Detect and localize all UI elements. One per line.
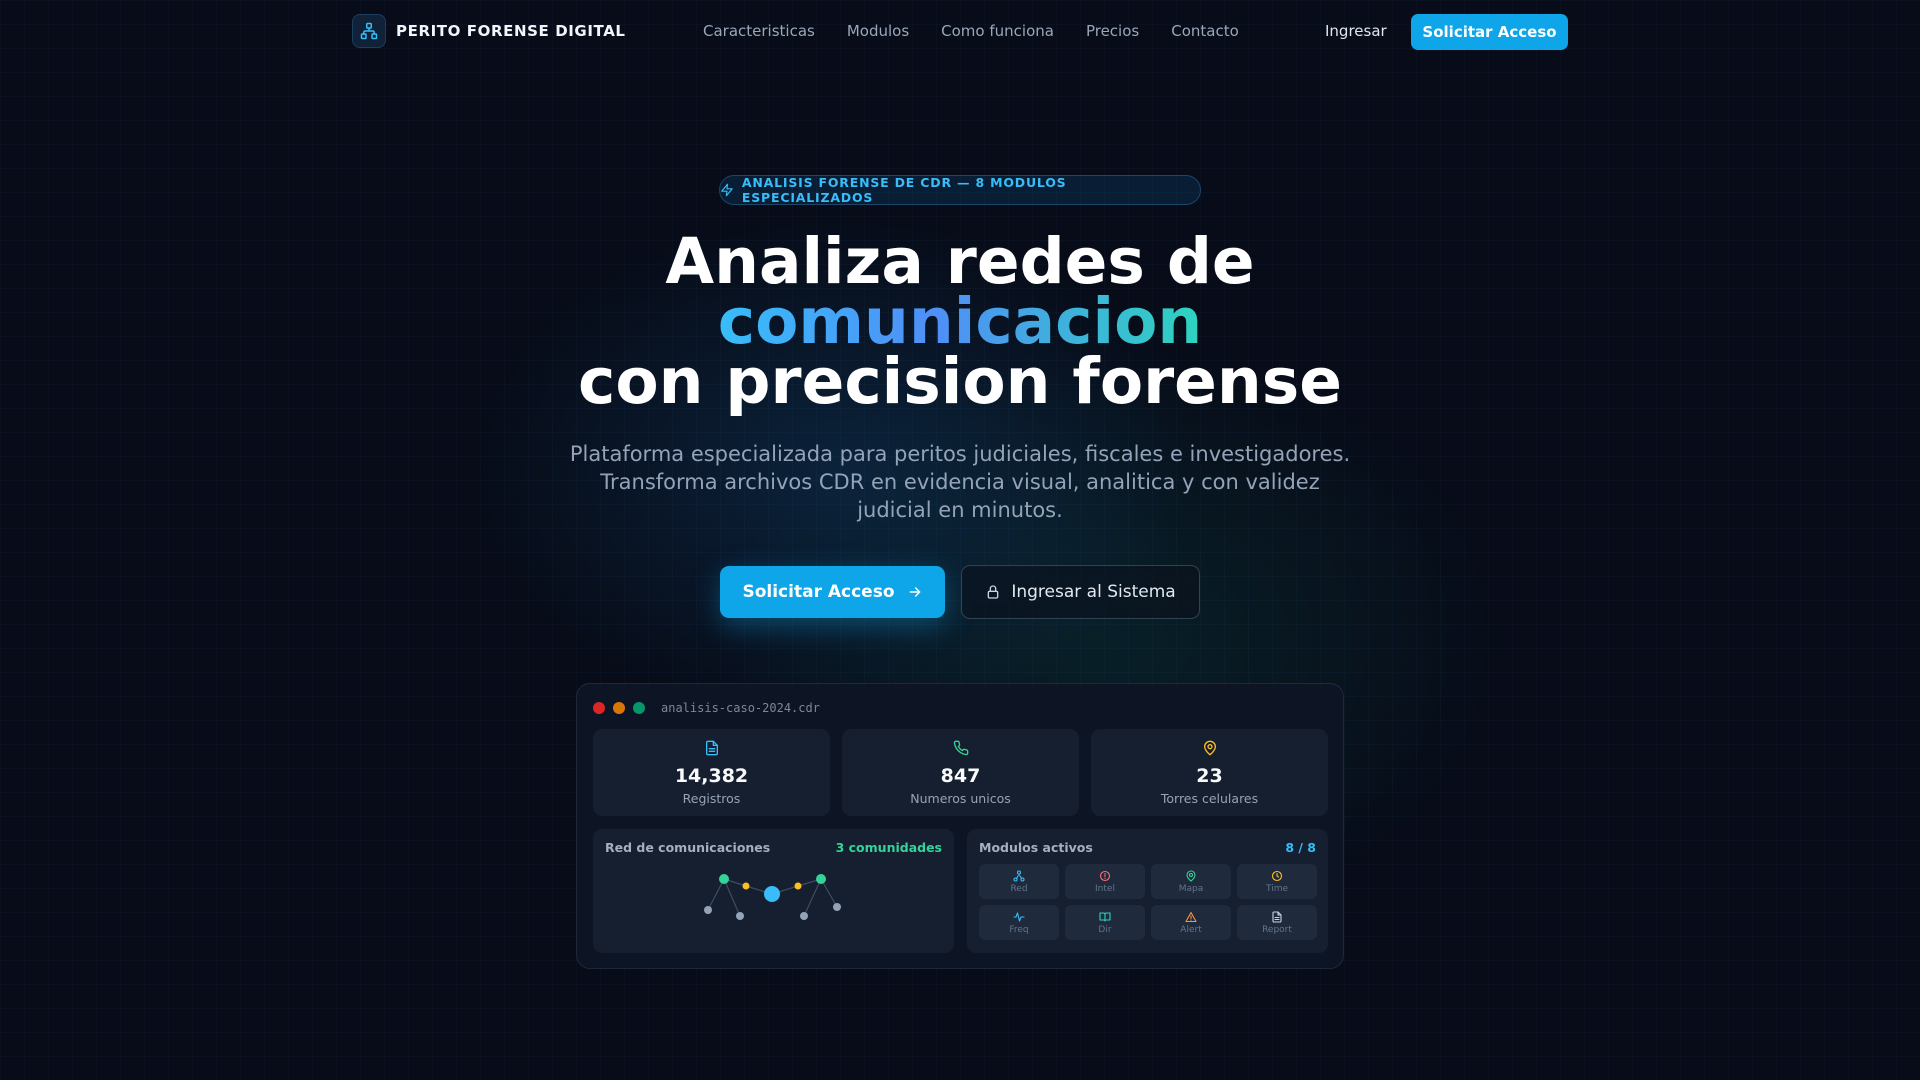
lock-icon bbox=[987, 585, 999, 599]
network-graph bbox=[704, 874, 841, 920]
stat-card-numeros: 847 Numeros unicos bbox=[842, 729, 1079, 816]
book-icon bbox=[1099, 911, 1111, 922]
phone-icon bbox=[953, 740, 969, 756]
network-panel: Red de comunicaciones 3 comunidades bbox=[593, 829, 954, 953]
activity-icon bbox=[1013, 911, 1025, 922]
login-system-label: Ingresar al Sistema bbox=[1011, 582, 1176, 602]
module-red[interactable]: Red bbox=[979, 864, 1059, 899]
module-dir[interactable]: Dir bbox=[1065, 905, 1145, 940]
hero-subtitle: Plataforma especializada para peritos ju… bbox=[569, 442, 1351, 522]
stat-card-registros: 14,382 Registros bbox=[593, 729, 830, 816]
module-intel[interactable]: Intel bbox=[1065, 864, 1145, 899]
hero-title-line3: con precision forense bbox=[578, 345, 1342, 418]
module-label: Alert bbox=[1180, 924, 1202, 935]
brand-name: PERITO FORENSE DIGITAL bbox=[396, 22, 626, 40]
hero-badge: ANALISIS FORENSE DE CDR — 8 MODULOS ESPE… bbox=[719, 175, 1201, 205]
modules-grid: Red Intel Mapa Time Freq Dir Alert Repor… bbox=[979, 864, 1317, 940]
minimize-dot bbox=[613, 702, 625, 714]
request-access-button[interactable]: Solicitar Acceso bbox=[720, 566, 945, 618]
module-report[interactable]: Report bbox=[1237, 905, 1317, 940]
nav-link-precios[interactable]: Precios bbox=[1086, 22, 1139, 40]
map-pin-icon bbox=[1204, 740, 1216, 756]
brand[interactable]: PERITO FORENSE DIGITAL bbox=[352, 14, 626, 48]
module-mapa[interactable]: Mapa bbox=[1151, 864, 1231, 899]
module-freq[interactable]: Freq bbox=[979, 905, 1059, 940]
network-logo-icon bbox=[352, 14, 386, 48]
nav-link-caracteristicas[interactable]: Caracteristicas bbox=[703, 22, 815, 40]
dashboard-preview: analisis-caso-2024.cdr 14,382 Registros … bbox=[576, 683, 1344, 969]
stat-value: 847 bbox=[940, 765, 981, 787]
maximize-dot bbox=[633, 702, 645, 714]
modules-panel-title: Modulos activos bbox=[979, 840, 1093, 855]
request-access-label: Solicitar Acceso bbox=[742, 582, 895, 602]
nav-links: Caracteristicas Modulos Como funciona Pr… bbox=[703, 22, 1239, 40]
request-access-nav-button[interactable]: Solicitar Acceso bbox=[1411, 14, 1568, 50]
login-system-button[interactable]: Ingresar al Sistema bbox=[961, 565, 1200, 619]
lightning-icon bbox=[721, 183, 733, 197]
module-alert[interactable]: Alert bbox=[1151, 905, 1231, 940]
nav-link-contacto[interactable]: Contacto bbox=[1171, 22, 1239, 40]
close-dot bbox=[593, 702, 605, 714]
window-controls bbox=[593, 702, 645, 714]
alert-circle-icon bbox=[1099, 870, 1111, 881]
login-link[interactable]: Ingresar bbox=[1325, 22, 1387, 40]
top-navbar: PERITO FORENSE DIGITAL Caracteristicas M… bbox=[0, 0, 1920, 64]
badge-text: ANALISIS FORENSE DE CDR — 8 MODULOS ESPE… bbox=[741, 175, 1067, 205]
stat-value: 14,382 bbox=[674, 765, 749, 787]
module-label: Intel bbox=[1095, 883, 1115, 894]
document-icon bbox=[1272, 910, 1282, 923]
nav-link-como-funciona[interactable]: Como funciona bbox=[941, 22, 1054, 40]
nav-link-modulos[interactable]: Modulos bbox=[847, 22, 909, 40]
warning-icon bbox=[1185, 911, 1197, 922]
module-label: Freq bbox=[1009, 924, 1029, 935]
module-time[interactable]: Time bbox=[1237, 864, 1317, 899]
stat-card-torres: 23 Torres celulares bbox=[1091, 729, 1328, 816]
module-label: Time bbox=[1265, 883, 1289, 894]
hero-title: Analiza redes de comunicacion con precis… bbox=[0, 230, 1920, 413]
stat-label: Torres celulares bbox=[1160, 791, 1259, 806]
modules-panel-count: 8 / 8 bbox=[1285, 840, 1316, 855]
stat-label: Numeros unicos bbox=[910, 791, 1011, 806]
module-label: Red bbox=[1010, 883, 1028, 894]
arrow-right-icon bbox=[909, 587, 920, 597]
clock-icon bbox=[1271, 870, 1283, 881]
stat-value: 23 bbox=[1196, 765, 1223, 787]
module-label: Report bbox=[1262, 924, 1292, 935]
network-icon bbox=[1013, 869, 1025, 882]
module-label: Mapa bbox=[1178, 883, 1204, 894]
modules-panel: Modulos activos 8 / 8 Red Intel Mapa Tim… bbox=[967, 829, 1328, 953]
map-pin-icon bbox=[1186, 869, 1196, 882]
file-name: analisis-caso-2024.cdr bbox=[661, 701, 820, 715]
stat-label: Registros bbox=[682, 791, 741, 806]
module-label: Dir bbox=[1098, 924, 1112, 935]
file-icon bbox=[706, 740, 718, 756]
